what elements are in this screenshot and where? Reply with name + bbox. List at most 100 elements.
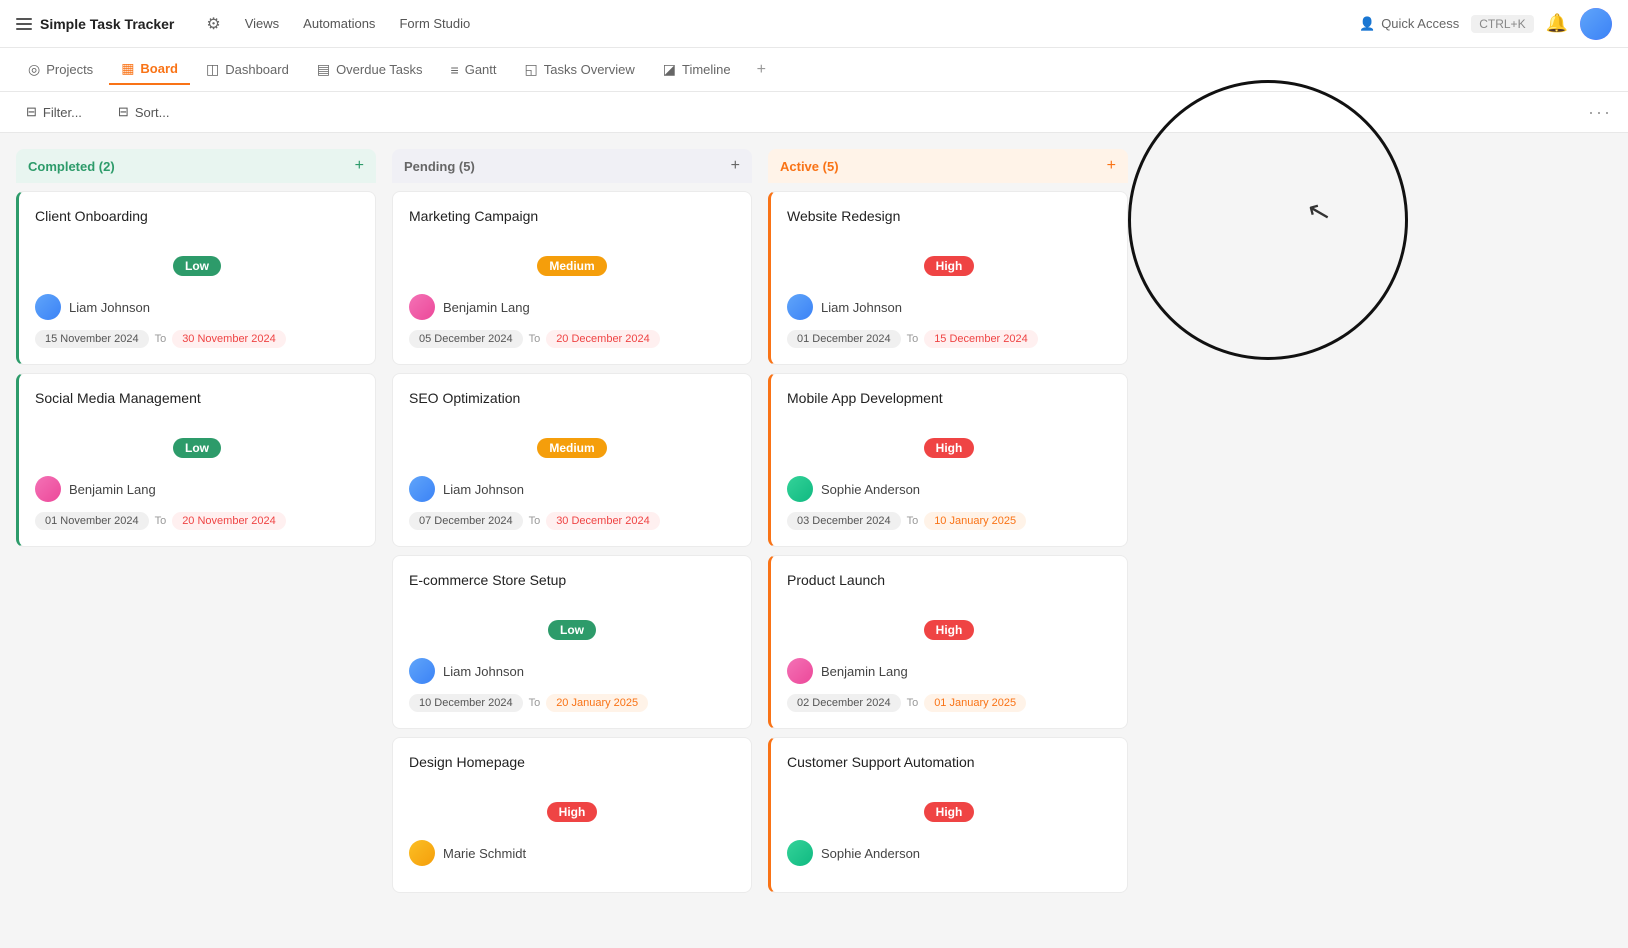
bell-icon[interactable]: 🔔 (1546, 13, 1568, 34)
tab-dashboard-label: Dashboard (225, 62, 289, 77)
card-title: Customer Support Automation (787, 754, 1111, 770)
card-client-onboarding[interactable]: Client Onboarding Low Liam Johnson 15 No… (16, 191, 376, 365)
tab-projects-label: Projects (46, 62, 93, 77)
date-to: To (907, 515, 919, 527)
quick-access-button[interactable]: 👤 Quick Access (1359, 16, 1459, 32)
date-start: 02 December 2024 (787, 694, 901, 712)
date-start: 15 November 2024 (35, 330, 149, 348)
add-tab-button[interactable]: + (747, 55, 776, 85)
date-end: 20 November 2024 (172, 512, 286, 530)
more-options-button[interactable]: ··· (1588, 102, 1612, 122)
app-logo[interactable]: Simple Task Tracker (16, 16, 174, 32)
assignee-name: Liam Johnson (69, 300, 150, 315)
priority-badge: High (547, 802, 598, 822)
priority-badge: Medium (537, 256, 606, 276)
nav-automations[interactable]: Automations (303, 16, 375, 31)
priority-badge: High (924, 802, 975, 822)
date-end: 15 December 2024 (924, 330, 1038, 348)
priority-badge: High (924, 256, 975, 276)
date-to: To (529, 515, 541, 527)
assignee-name: Benjamin Lang (821, 664, 908, 679)
column-header-active: Active (5) + (768, 149, 1128, 183)
column-add-pending[interactable]: + (731, 157, 740, 175)
card-title: Design Homepage (409, 754, 735, 770)
nav-form-studio[interactable]: Form Studio (399, 16, 470, 31)
assignee-name: Sophie Anderson (821, 846, 920, 861)
overdue-icon: ▤ (317, 61, 330, 78)
tab-gantt[interactable]: ≡ Gantt (439, 56, 509, 84)
card-ecommerce-store[interactable]: E-commerce Store Setup Low Liam Johnson … (392, 555, 752, 729)
user-avatar[interactable] (1580, 8, 1612, 40)
filter-icon: ⊟ (26, 104, 37, 120)
card-dates: 10 December 2024 To 20 January 2025 (409, 694, 735, 712)
assignee-name: Benjamin Lang (443, 300, 530, 315)
assignee-name: Liam Johnson (443, 482, 524, 497)
tab-dashboard[interactable]: ◫ Dashboard (194, 55, 301, 84)
nav-center: ⚙ Views Automations Form Studio (206, 14, 470, 34)
column-completed: Completed (2) + Client Onboarding Low Li… (16, 149, 376, 928)
nav-views[interactable]: Views (245, 16, 279, 31)
hamburger-menu[interactable] (16, 18, 32, 30)
assignee-name: Liam Johnson (443, 664, 524, 679)
card-title: Marketing Campaign (409, 208, 735, 224)
card-assignee: Sophie Anderson (787, 476, 1111, 502)
date-end: 30 November 2024 (172, 330, 286, 348)
card-dates: 07 December 2024 To 30 December 2024 (409, 512, 735, 530)
sub-nav: ◎ Projects ▦ Board ◫ Dashboard ▤ Overdue… (0, 48, 1628, 92)
gear-icon[interactable]: ⚙ (206, 14, 220, 34)
priority-row: High (409, 802, 735, 832)
cards-list-pending: Marketing Campaign Medium Benjamin Lang … (392, 191, 752, 928)
card-title: E-commerce Store Setup (409, 572, 735, 588)
assignee-avatar (35, 476, 61, 502)
priority-row: Medium (409, 438, 735, 468)
filter-label: Filter... (43, 105, 82, 120)
assignee-avatar (35, 294, 61, 320)
priority-badge: Medium (537, 438, 606, 458)
board-container: Completed (2) + Client Onboarding Low Li… (0, 133, 1628, 944)
column-add-completed[interactable]: + (355, 157, 364, 175)
column-title-active: Active (5) (780, 159, 839, 174)
priority-row: High (787, 620, 1111, 650)
top-nav: Simple Task Tracker ⚙ Views Automations … (0, 0, 1628, 48)
card-assignee: Liam Johnson (787, 294, 1111, 320)
card-assignee: Benjamin Lang (35, 476, 359, 502)
card-title: Website Redesign (787, 208, 1111, 224)
card-assignee: Benjamin Lang (409, 294, 735, 320)
card-dates: 15 November 2024 To 30 November 2024 (35, 330, 359, 348)
assignee-name: Benjamin Lang (69, 482, 156, 497)
date-to: To (529, 333, 541, 345)
date-end: 20 December 2024 (546, 330, 660, 348)
card-product-launch[interactable]: Product Launch High Benjamin Lang 02 Dec… (768, 555, 1128, 729)
sort-label: Sort... (135, 105, 170, 120)
tab-overdue-tasks[interactable]: ▤ Overdue Tasks (305, 55, 435, 84)
date-start: 07 December 2024 (409, 512, 523, 530)
date-end: 01 January 2025 (924, 694, 1026, 712)
column-header-completed: Completed (2) + (16, 149, 376, 183)
card-assignee: Sophie Anderson (787, 840, 1111, 866)
column-header-pending: Pending (5) + (392, 149, 752, 183)
filter-button[interactable]: ⊟ Filter... (16, 100, 92, 124)
sort-button[interactable]: ⊟ Sort... (108, 100, 180, 124)
card-title: SEO Optimization (409, 390, 735, 406)
board-icon: ▦ (121, 60, 134, 77)
tab-projects[interactable]: ◎ Projects (16, 55, 105, 84)
search-shortcut[interactable]: CTRL+K (1471, 15, 1533, 33)
card-marketing-campaign[interactable]: Marketing Campaign Medium Benjamin Lang … (392, 191, 752, 365)
tab-tasks-overview[interactable]: ◱ Tasks Overview (513, 55, 647, 84)
card-design-homepage[interactable]: Design Homepage High Marie Schmidt (392, 737, 752, 893)
projects-icon: ◎ (28, 61, 40, 78)
card-social-media[interactable]: Social Media Management Low Benjamin Lan… (16, 373, 376, 547)
card-customer-support[interactable]: Customer Support Automation High Sophie … (768, 737, 1128, 893)
column-add-active[interactable]: + (1107, 157, 1116, 175)
card-seo-optimization[interactable]: SEO Optimization Medium Liam Johnson 07 … (392, 373, 752, 547)
tab-timeline[interactable]: ◪ Timeline (651, 55, 743, 84)
quick-access-label: Quick Access (1381, 16, 1459, 31)
tab-board[interactable]: ▦ Board (109, 54, 190, 85)
card-website-redesign[interactable]: Website Redesign High Liam Johnson 01 De… (768, 191, 1128, 365)
priority-row: Low (409, 620, 735, 650)
card-assignee: Benjamin Lang (787, 658, 1111, 684)
assignee-avatar (409, 294, 435, 320)
column-pending: Pending (5) + Marketing Campaign Medium … (392, 149, 752, 928)
date-start: 01 December 2024 (787, 330, 901, 348)
card-mobile-app[interactable]: Mobile App Development High Sophie Ander… (768, 373, 1128, 547)
